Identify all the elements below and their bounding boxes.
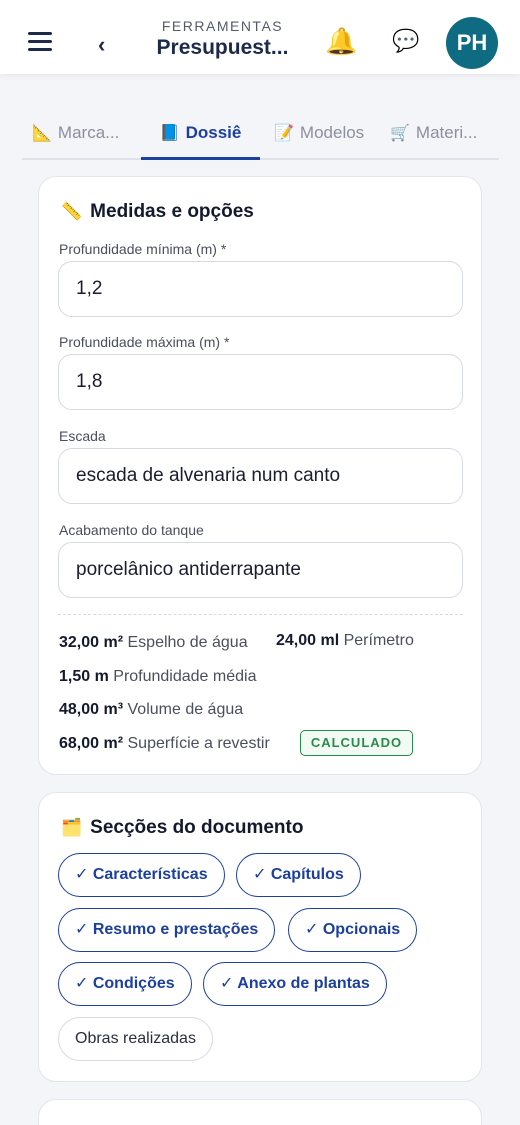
bell-icon[interactable]: 🔔: [325, 28, 357, 54]
memo-icon: 📝: [274, 125, 294, 142]
chip-capitulos[interactable]: ✓ Capítulos: [236, 853, 361, 897]
finish-label: Acabamento do tanque: [59, 522, 204, 538]
tab-modelos[interactable]: 📝 Modelos: [274, 116, 364, 160]
measures-title: 📏 Medidas e opções: [61, 201, 254, 222]
stat-surface-to-cover: 68,00 m² Superfície a revestir: [59, 735, 270, 752]
book-icon: 📘: [159, 125, 180, 142]
ruler-triangle-icon: 📐: [32, 125, 52, 142]
tab-label: Materi...: [415, 123, 478, 142]
sections-card: 🗂️ Secções do documento ✓ Características…: [38, 792, 482, 1082]
avatar[interactable]: PH: [446, 17, 498, 69]
sections-title: 🗂️ Secções do documento: [61, 817, 304, 838]
menu-icon[interactable]: [28, 32, 52, 52]
divider: [58, 614, 463, 615]
chip-caracteristicas[interactable]: ✓ Características: [58, 853, 225, 897]
tab-dossie[interactable]: 📘 Dossiê: [141, 116, 260, 160]
measures-card: 📏 Medidas e opções Profundidade mínima (m…: [38, 176, 482, 775]
status-badge: CALCULADO: [300, 730, 413, 756]
tab-bar: 📐 Marca... 📘 Dossiê 📝 Modelos 🛒 Materi...: [22, 116, 499, 160]
stairs-input[interactable]: escada de alvenaria num canto: [58, 448, 463, 504]
cart-icon: 🛒: [390, 125, 410, 142]
chip-resumo-prestacoes[interactable]: ✓ Resumo e prestações: [58, 908, 276, 952]
tab-marcacao[interactable]: 📐 Marca...: [32, 116, 119, 160]
header-title: FERRAMENTAS Presupuest...: [150, 18, 295, 60]
folder-icon: 🗂️: [61, 818, 83, 837]
stat-water-surface: 32,00 m² Espelho de água: [59, 634, 248, 651]
max-depth-label: Profundidade máxima (m) *: [59, 334, 230, 350]
stat-perimeter: 24,00 ml Perímetro: [276, 632, 414, 649]
min-depth-label: Profundidade mínima (m) *: [59, 241, 227, 257]
min-depth-input[interactable]: 1,2: [58, 261, 463, 317]
top-bar: ‹ FERRAMENTAS Presupuest... 🔔 💬 PH: [0, 0, 520, 74]
ruler-icon: 📏: [61, 202, 83, 221]
tab-label: Modelos: [299, 123, 365, 142]
finish-input[interactable]: porcelânico antiderrapante: [58, 542, 463, 598]
stat-avg-depth: 1,50 m Profundidade média: [59, 668, 257, 685]
tab-materiais[interactable]: 🛒 Materi...: [390, 116, 477, 160]
stairs-label: Escada: [59, 428, 106, 444]
chat-icon[interactable]: 💬: [392, 30, 419, 52]
back-icon[interactable]: ‹: [98, 34, 105, 56]
stat-water-volume: 48,00 m³ Volume de água: [59, 701, 244, 718]
tab-label: Marca...: [57, 123, 120, 142]
chip-obras-realizadas[interactable]: Obras realizadas: [58, 1017, 213, 1061]
page-title: Presupuest...: [156, 36, 289, 59]
max-depth-input[interactable]: 1,8: [58, 354, 463, 410]
next-card: [38, 1099, 482, 1125]
chip-opcionais[interactable]: ✓ Opcionais: [288, 908, 418, 952]
header-kicker: FERRAMENTAS: [161, 18, 284, 34]
chip-anexo-plantas[interactable]: ✓ Anexo de plantas: [203, 962, 387, 1006]
tab-label: Dossiê: [185, 123, 242, 142]
chip-condicoes[interactable]: ✓ Condições: [58, 962, 192, 1006]
